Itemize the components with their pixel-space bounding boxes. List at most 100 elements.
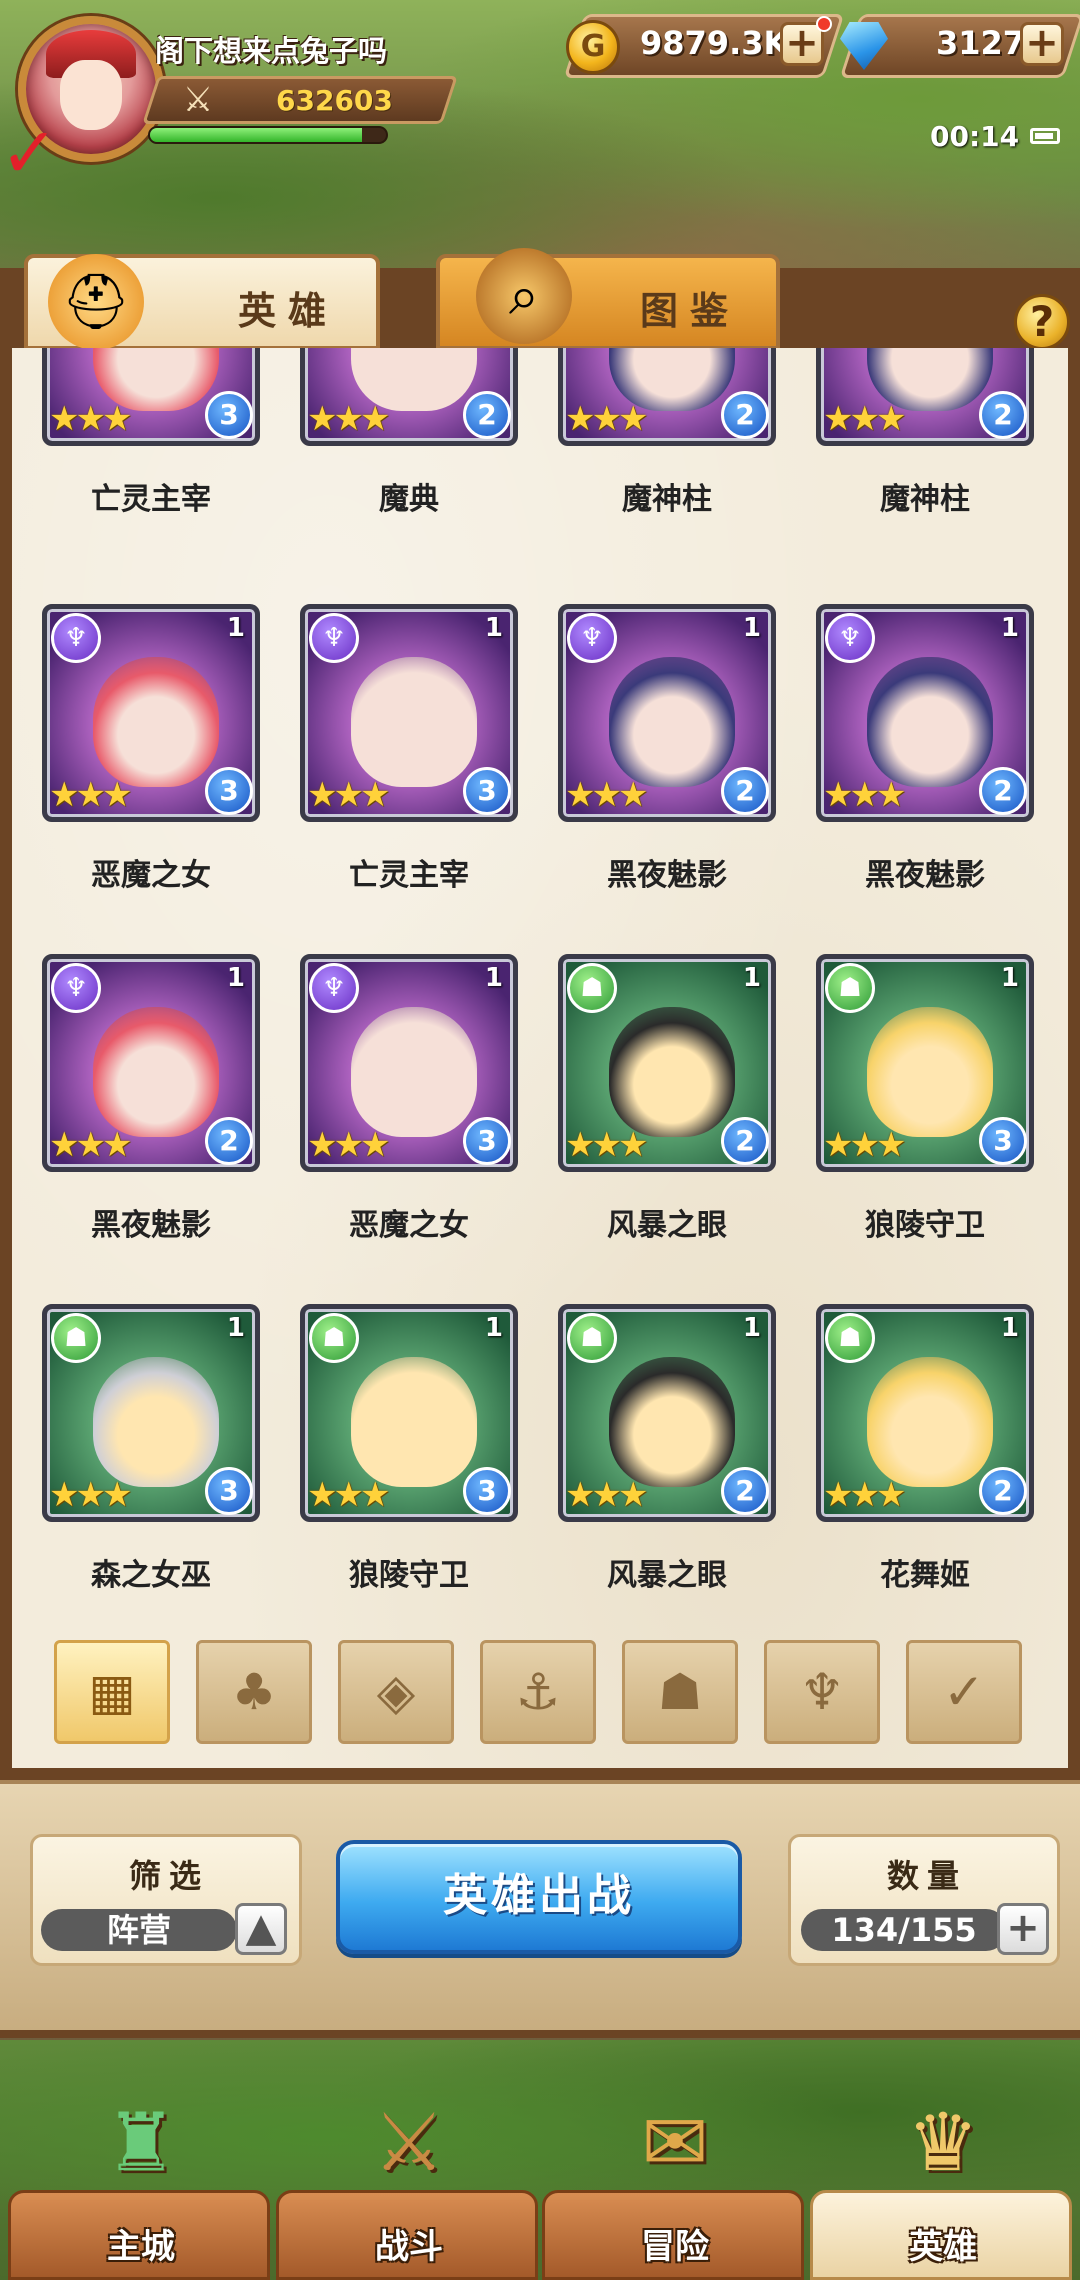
wings-icon[interactable]: ✓ <box>906 1640 1022 1744</box>
hero-portrait <box>351 1357 477 1487</box>
hero-card[interactable]: ☗ 1 ★★★ 3 <box>42 1304 260 1522</box>
hero-card[interactable]: ♆★★★2 <box>816 348 1034 446</box>
hero-level: 1 <box>226 613 245 643</box>
hero-card[interactable]: ♆ 1 ★★★ 3 <box>300 604 518 822</box>
demon-horns-icon[interactable]: ♆ <box>764 1640 880 1744</box>
deploy-heroes-button[interactable]: 英雄出战 <box>336 1840 742 1954</box>
tab-heroes[interactable]: ⛑ 英雄 <box>24 254 380 350</box>
hero-portrait <box>93 657 219 787</box>
star-rating-icon: ★★★ <box>823 1475 906 1515</box>
star-rating-icon: ★★★ <box>49 1475 132 1515</box>
notification-dot <box>816 16 832 32</box>
hero-portrait <box>93 1007 219 1137</box>
star-rating-icon: ★★★ <box>823 399 906 439</box>
hero-grade-badge: 3 <box>205 767 253 815</box>
hero-portrait <box>867 657 993 787</box>
star-rating-icon: ★★★ <box>307 1475 390 1515</box>
nav-label: 战斗 <box>375 2227 443 2267</box>
nav-scroll-map[interactable]: ✉ 冒险 <box>542 2096 804 2280</box>
add-gems-button[interactable]: + <box>1020 22 1064 66</box>
star-rating-icon: ★★★ <box>823 775 906 815</box>
hero-name: 风暴之眼 <box>607 1558 727 1593</box>
nature-faction-beast-icon: ☗ <box>825 1313 875 1363</box>
hero-name: 恶魔之女 <box>91 858 211 893</box>
filter-box[interactable]: 筛选 阵营 ▲ <box>30 1834 302 1966</box>
hero-grade-badge: 2 <box>979 391 1027 439</box>
hero-portrait <box>93 1357 219 1487</box>
hero-card[interactable]: ♆ 1 ★★★ 2 <box>558 604 776 822</box>
hero-grade-badge: 2 <box>721 767 769 815</box>
castle-icon: ♜ <box>105 2096 177 2189</box>
red-check-marker-icon: ✓ <box>0 112 59 194</box>
hero-card[interactable]: ☗ 1 ★★★ 2 <box>558 954 776 1172</box>
all-grid-icon[interactable]: ▦ <box>54 1640 170 1744</box>
nav-label: 冒险 <box>641 2227 709 2267</box>
nav-crossed-swords[interactable]: ⚔ 战斗 <box>276 2096 538 2280</box>
hero-grade-badge: 2 <box>721 1467 769 1515</box>
hero-name: 黑夜魅影 <box>607 858 727 893</box>
star-rating-icon: ★★★ <box>565 399 648 439</box>
hero-crest-icon: ♛ <box>907 2096 979 2189</box>
tab-codex[interactable]: ⌕ 图鉴 <box>436 248 780 350</box>
star-rating-icon: ★★★ <box>49 1125 132 1165</box>
dark-faction-horns-icon: ♆ <box>825 613 875 663</box>
hero-portrait <box>609 1007 735 1137</box>
magnifier-book-icon: ⌕ <box>476 248 572 344</box>
hero-name: 黑夜魅影 <box>865 858 985 893</box>
nav-hero-crest[interactable]: ♛ 英雄 <box>810 2096 1072 2280</box>
hero-card[interactable]: ♆★★★2 <box>558 348 776 446</box>
beast-head-icon[interactable]: ☗ <box>622 1640 738 1744</box>
hero-name: 花舞姬 <box>880 1558 970 1593</box>
battery-icon <box>1030 128 1060 144</box>
hero-grade-badge: 2 <box>205 1117 253 1165</box>
star-rating-icon: ★★★ <box>565 1125 648 1165</box>
hero-card[interactable]: ♆ 1 ★★★ 3 <box>300 954 518 1172</box>
hero-card[interactable]: ☗ 1 ★★★ 3 <box>816 954 1034 1172</box>
anchor-icon[interactable]: ⚓ <box>480 1640 596 1744</box>
nature-faction-beast-icon: ☗ <box>51 1313 101 1363</box>
hero-card[interactable]: ☗ 1 ★★★ 2 <box>816 1304 1034 1522</box>
hero-card[interactable]: ♆ 1 ★★★ 2 <box>42 954 260 1172</box>
hero-level: 1 <box>742 613 761 643</box>
help-button[interactable]: ? <box>1014 294 1070 350</box>
gold-coin-icon: G <box>566 20 620 74</box>
hero-card[interactable]: ☗ 1 ★★★ 3 <box>300 1304 518 1522</box>
hero-grade-badge: 3 <box>205 391 253 439</box>
hero-card[interactable]: ♆ 1 ★★★ 2 <box>816 604 1034 822</box>
hero-name: 森之女巫 <box>91 1558 211 1593</box>
hero-portrait <box>867 1007 993 1137</box>
scroll-map-icon: ✉ <box>641 2096 709 2189</box>
diamond-icon[interactable]: ◈ <box>338 1640 454 1744</box>
star-rating-icon: ★★★ <box>49 399 132 439</box>
experience-bar <box>148 126 388 144</box>
hero-name: 魔神柱 <box>880 482 970 517</box>
nature-faction-beast-icon: ☗ <box>825 963 875 1013</box>
gem-amount: 3127 <box>936 24 1026 62</box>
nav-castle[interactable]: ♜ 主城 <box>8 2096 270 2280</box>
player-name: 阁下想来点兔子吗 <box>155 34 388 68</box>
hero-name: 狼陵守卫 <box>865 1208 985 1243</box>
hero-level: 1 <box>484 613 503 643</box>
filter-expand-arrow-icon[interactable]: ▲ <box>235 1903 287 1955</box>
player-power: 632603 <box>276 84 393 117</box>
hero-level: 1 <box>1000 1313 1019 1343</box>
hero-card[interactable]: ♆★★★2 <box>300 348 518 446</box>
hero-level: 1 <box>742 1313 761 1343</box>
hero-grade-badge: 3 <box>463 1117 511 1165</box>
nav-label: 英雄 <box>909 2227 977 2267</box>
hero-level: 1 <box>1000 613 1019 643</box>
hero-card[interactable]: ♆ 1 ★★★ 3 <box>42 604 260 822</box>
tab-codex-label: 图鉴 <box>640 289 741 333</box>
hero-level: 1 <box>226 1313 245 1343</box>
hero-card[interactable]: ♆★★★3 <box>42 348 260 446</box>
hero-card[interactable]: ☗ 1 ★★★ 2 <box>558 1304 776 1522</box>
hero-name: 魔神柱 <box>622 482 712 517</box>
filter-value: 阵营 <box>41 1909 237 1951</box>
hero-name: 亡灵主宰 <box>91 482 211 517</box>
expand-capacity-plus-icon[interactable]: + <box>997 1903 1049 1955</box>
light-leaf-icon[interactable]: ♣ <box>196 1640 312 1744</box>
hero-grade-badge: 3 <box>463 767 511 815</box>
hero-grade-badge: 2 <box>721 391 769 439</box>
clock: 00:14 <box>930 120 1020 153</box>
star-rating-icon: ★★★ <box>307 1125 390 1165</box>
